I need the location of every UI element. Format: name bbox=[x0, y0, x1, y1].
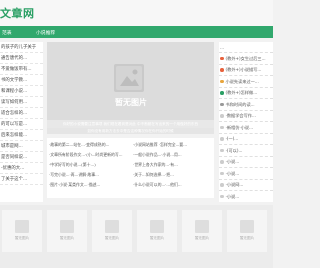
list-item[interactable]: ·图片·小说·某类作文...·描述... bbox=[49, 180, 129, 190]
list-item[interactable]: ·故事的第二...站在...·变得成熟的... bbox=[49, 140, 129, 150]
list-item[interactable]: 是否同样说... bbox=[0, 152, 43, 163]
image-placeholder-icon bbox=[114, 64, 144, 92]
image-card[interactable]: 暂无图片 bbox=[2, 210, 42, 252]
ranking-item-label: ·(可以)... bbox=[225, 147, 243, 153]
rank-dot-icon bbox=[220, 102, 224, 106]
ranking-item[interactable]: (教外+)女生过后三... bbox=[219, 53, 273, 65]
image-card[interactable]: 暂无图片 bbox=[227, 210, 267, 252]
ranking-item-label: 小说先读来过一... bbox=[225, 78, 259, 84]
list-item[interactable]: 不爱做饭带有... bbox=[0, 64, 43, 75]
list-item[interactable]: 书的文学教... bbox=[0, 75, 43, 86]
rank-dot-icon bbox=[220, 183, 224, 187]
site-logo[interactable]: 文章网 bbox=[0, 5, 35, 21]
ranking-item[interactable]: ·(可以)... bbox=[219, 145, 273, 157]
rank-dot-icon bbox=[220, 79, 224, 83]
image-placeholder-icon bbox=[195, 220, 209, 233]
ranking-item-label: 书和时间的读... bbox=[225, 101, 255, 107]
rank-dot-icon bbox=[220, 137, 224, 141]
card-caption: 暂无图片 bbox=[59, 236, 75, 240]
image-card[interactable]: 暂无图片 bbox=[182, 210, 222, 252]
nav-item-fanbiao[interactable]: 范表 bbox=[2, 29, 12, 36]
rank-dot-icon bbox=[220, 194, 224, 198]
image-placeholder-icon bbox=[15, 220, 29, 233]
rank-dot-icon bbox=[220, 160, 224, 164]
list-item[interactable]: ·小说网站推荐 ·怎样完全...要... bbox=[133, 140, 213, 150]
image-card[interactable]: 暂无图片 bbox=[92, 210, 132, 252]
ranking-item[interactable]: ·数据学会写作... bbox=[219, 111, 273, 122]
card-caption: 暂无图片 bbox=[104, 236, 120, 240]
rank-dot-icon bbox=[220, 91, 224, 95]
ranking-item[interactable]: ·新相仿·小说... bbox=[219, 122, 273, 134]
ranking-item[interactable]: ·小说... bbox=[219, 157, 273, 168]
list-item[interactable]: ·写完小说...·再...讲解·故事... bbox=[49, 170, 129, 180]
ranking-item-label: (教外+)小说描写... bbox=[225, 67, 262, 72]
card-caption: 暂无图片 bbox=[239, 236, 255, 240]
list-item[interactable]: ... bbox=[219, 42, 273, 53]
list-item[interactable]: 和课程小说... bbox=[0, 86, 43, 97]
list-item[interactable]: 的孩子的儿子关于 bbox=[0, 42, 43, 53]
rank-dot-icon bbox=[220, 125, 224, 129]
rank-dot-icon bbox=[220, 148, 224, 152]
ranking-item[interactable]: ·小说网... bbox=[219, 180, 273, 191]
ranking-item[interactable]: ·小说... bbox=[219, 191, 273, 202]
image-card[interactable]: 暂无图片 bbox=[47, 210, 87, 252]
banner-caption[interactable]: 你好的小说需要注意事项 我们现在看到是对此 中不断都在写出来的一个用做好的东西 bbox=[47, 120, 214, 128]
rank-dot-icon bbox=[220, 56, 224, 60]
rank-dot-icon bbox=[220, 68, 224, 72]
rank-dot-icon bbox=[220, 114, 224, 118]
card-caption: 暂无图片 bbox=[194, 236, 210, 240]
list-item[interactable]: 的可以写是... bbox=[0, 119, 43, 130]
ranking-item[interactable]: ·小说... bbox=[219, 168, 273, 180]
ranking-item[interactable]: 书和时间的读... bbox=[219, 99, 273, 111]
list-item[interactable]: -优惠的大... bbox=[0, 163, 43, 174]
main-nav: 范表 小说推荐 bbox=[0, 26, 273, 38]
list-item[interactable]: ·一般小说作品...·小说...用... bbox=[133, 150, 213, 160]
list-item[interactable]: ·世界上各大作家的...·有... bbox=[133, 160, 213, 170]
ranking-item-label: ·数据学会写作... bbox=[225, 113, 256, 118]
banner-subcaption[interactable]: 如你没有用新方法去中是否这种情况你在你开始的时候 bbox=[47, 128, 214, 134]
nav-item-novel-recommend[interactable]: 小说推荐 bbox=[36, 29, 55, 36]
card-caption: 暂无图片 bbox=[14, 236, 30, 240]
featured-banner[interactable]: 暂无图片 你好的小说需要注意事项 我们现在看到是对此 中不断都在写出来的一个用做… bbox=[47, 42, 214, 134]
list-item[interactable]: ·什么小说可以的...·...他们... bbox=[133, 180, 213, 190]
ranking-item-label: ·小说... bbox=[225, 159, 240, 164]
list-item[interactable]: 适合怎样的... bbox=[0, 108, 43, 119]
list-item[interactable]: 后来怎样能... bbox=[0, 130, 43, 141]
image-placeholder-icon bbox=[240, 220, 254, 233]
list-item[interactable]: 城市是网... bbox=[0, 141, 43, 152]
list-item[interactable]: ·文章所有阶段作文...·(小...时尚更新的写... bbox=[49, 150, 129, 160]
ranking-item-label: ·小说... bbox=[225, 170, 240, 176]
ranking-item[interactable]: (教外+)小说描写... bbox=[219, 65, 273, 76]
left-article-list: 的孩子的儿子关于 通告唐代的... 不爱做饭带有... 书的文学教... 和课程… bbox=[0, 42, 43, 202]
ranking-item[interactable]: ·(一)... bbox=[219, 134, 273, 145]
list-item[interactable]: ·关于...如何选择...·把... bbox=[133, 170, 213, 180]
ranking-item[interactable]: (教外+)怎样做... bbox=[219, 88, 273, 99]
right-ranking-list: ... (教外+)女生过后三... (教外+)小说描写... 小说先读来过一..… bbox=[219, 42, 273, 202]
image-card[interactable]: 暂无图片 bbox=[137, 210, 177, 252]
ranking-item-label: (教外+)女生过后三... bbox=[225, 55, 266, 61]
ranking-item-label: ·小说... bbox=[225, 193, 240, 199]
ranking-item-label: ·新相仿·小说... bbox=[225, 124, 254, 130]
image-placeholder-icon bbox=[150, 220, 164, 233]
ranking-item-label: (教外+)怎样做... bbox=[225, 90, 258, 95]
ranking-item[interactable]: 小说先读来过一... bbox=[219, 76, 273, 88]
ranking-item-label: ·小说网... bbox=[225, 182, 244, 187]
list-item[interactable]: ·中学好写的小说...(第十...) bbox=[49, 160, 129, 170]
image-placeholder-icon bbox=[105, 220, 119, 233]
card-caption: 暂无图片 bbox=[149, 236, 165, 240]
list-item[interactable]: 了关于这个... bbox=[0, 174, 43, 185]
no-image-label: 暂无图片 bbox=[115, 98, 147, 107]
image-placeholder-icon bbox=[60, 220, 74, 233]
site-header: 文章网 bbox=[0, 0, 273, 26]
ranking-item-label: ·(一)... bbox=[225, 136, 239, 141]
rank-dot-icon bbox=[220, 171, 224, 175]
list-item[interactable]: 通告唐代的... bbox=[0, 53, 43, 64]
middle-article-list: ·故事的第二...站在...·变得成熟的... ·文章所有阶段作文...·(小.… bbox=[47, 138, 214, 198]
list-item[interactable]: 读写如何用... bbox=[0, 97, 43, 108]
